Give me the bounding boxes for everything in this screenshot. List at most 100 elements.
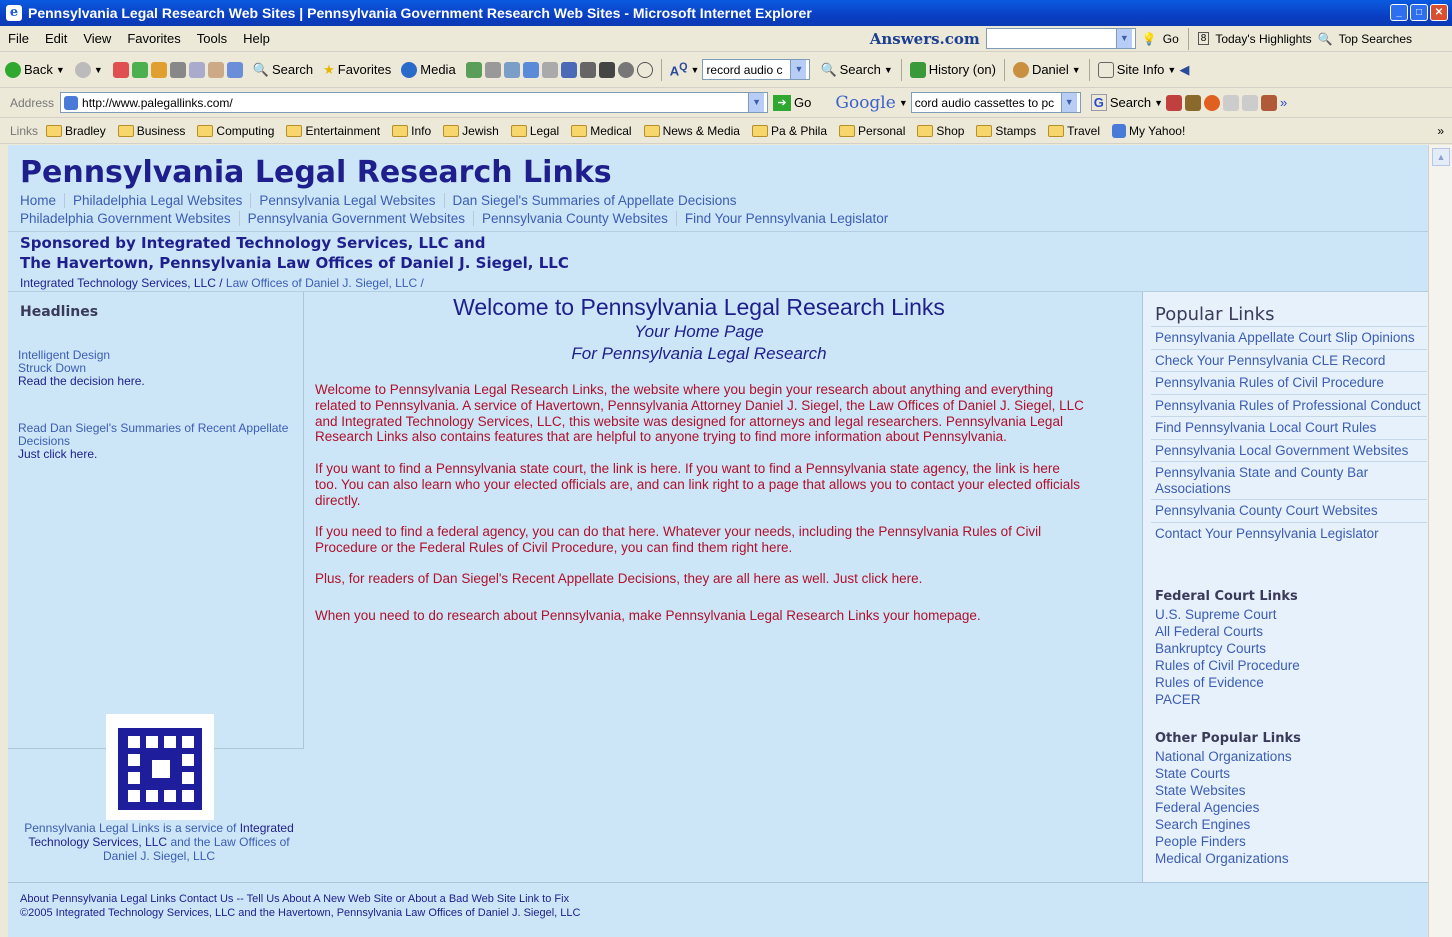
print-icon[interactable]: [484, 61, 501, 78]
chevron-left-icon[interactable]: ◀: [1179, 62, 1189, 78]
chat-icon[interactable]: [617, 61, 634, 78]
search-button[interactable]: Search: [272, 62, 313, 77]
menu-help[interactable]: Help: [235, 31, 278, 46]
research-icon[interactable]: [541, 61, 558, 78]
forward-icon[interactable]: [1241, 94, 1258, 111]
blogger-icon[interactable]: [1203, 94, 1220, 111]
federal-link[interactable]: All Federal Courts: [1155, 623, 1300, 640]
address-input[interactable]: http://www.palegallinks.com/ ▼: [60, 92, 769, 113]
federal-link[interactable]: PACER: [1155, 691, 1300, 708]
scroll-up-icon[interactable]: ▲: [1432, 148, 1450, 166]
popular-link[interactable]: Find Pennsylvania Local Court Rules: [1151, 416, 1427, 439]
nav-find-legislator[interactable]: Find Your Pennsylvania Legislator: [675, 211, 896, 226]
d-icon[interactable]: [636, 61, 653, 78]
double-chevron-icon[interactable]: »: [1437, 124, 1452, 138]
nav-home[interactable]: Home: [20, 193, 64, 208]
link-my-yahoo[interactable]: My Yahoo!: [1112, 123, 1185, 138]
top-searches-button[interactable]: Top Searches: [1339, 32, 1412, 46]
just-click-here-link[interactable]: Just click here.: [18, 448, 97, 461]
link-business[interactable]: Business: [117, 124, 185, 138]
nav-appellate-summaries[interactable]: Dan Siegel's Summaries of Appellate Deci…: [443, 193, 745, 208]
answers-logo[interactable]: Answers.com: [870, 30, 980, 48]
menu-file[interactable]: File: [0, 31, 37, 46]
menu-tools[interactable]: Tools: [189, 31, 235, 46]
federal-link[interactable]: Rules of Civil Procedure: [1155, 657, 1300, 674]
link-shop[interactable]: Shop: [917, 124, 964, 138]
nav-pennsylvania-government[interactable]: Pennsylvania Government Websites: [238, 211, 473, 226]
ask-input[interactable]: record audio c ▼: [702, 59, 811, 80]
options-icon[interactable]: [1260, 94, 1277, 111]
link-news-media[interactable]: News & Media: [643, 124, 740, 138]
other-link[interactable]: State Courts: [1155, 765, 1292, 782]
popular-link[interactable]: Contact Your Pennsylvania Legislator: [1151, 521, 1427, 545]
link-travel[interactable]: Travel: [1048, 124, 1100, 138]
its-logo[interactable]: [106, 714, 214, 820]
popular-link[interactable]: Pennsylvania Appellate Court Slip Opinio…: [1151, 326, 1427, 349]
binoculars-icon[interactable]: [579, 61, 596, 78]
chevron-down-icon[interactable]: ▼: [1115, 29, 1132, 48]
chevron-down-icon[interactable]: ▼: [1060, 93, 1077, 112]
answers-go-button[interactable]: Go: [1163, 32, 1179, 46]
news-icon[interactable]: [1165, 94, 1182, 111]
federal-link[interactable]: Rules of Evidence: [1155, 674, 1300, 691]
edit-icon[interactable]: [503, 61, 520, 78]
link-info[interactable]: Info: [392, 124, 431, 138]
font-size-icon[interactable]: [560, 61, 577, 78]
link-jewish[interactable]: Jewish: [443, 124, 499, 138]
user-button[interactable]: Daniel: [1032, 62, 1069, 77]
federal-link[interactable]: U.S. Supreme Court: [1155, 606, 1300, 623]
cut-icon[interactable]: [169, 61, 186, 78]
nav-county-websites[interactable]: Pennsylvania County Websites: [472, 211, 676, 226]
other-link[interactable]: Federal Agencies: [1155, 799, 1292, 816]
link-entertainment[interactable]: Entertainment: [286, 124, 380, 138]
back-button[interactable]: Back: [24, 62, 53, 77]
window-icon[interactable]: [226, 61, 243, 78]
popular-link[interactable]: Pennsylvania State and County Bar Associ…: [1151, 461, 1427, 499]
popular-link[interactable]: Pennsylvania Rules of Civil Procedure: [1151, 371, 1427, 394]
chevron-down-icon[interactable]: ▼: [748, 93, 765, 112]
forward-arrow-icon[interactable]: [74, 61, 91, 78]
double-chevron-icon[interactable]: »: [1280, 95, 1287, 110]
popular-link[interactable]: Pennsylvania Rules of Professional Condu…: [1151, 393, 1427, 417]
popular-link[interactable]: Pennsylvania County Court Websites: [1151, 499, 1427, 522]
vertical-scrollbar[interactable]: ▲: [1428, 145, 1452, 937]
other-link[interactable]: National Organizations: [1155, 748, 1292, 765]
google-search-button[interactable]: Search: [1110, 95, 1151, 110]
refresh-icon[interactable]: [131, 61, 148, 78]
nav-philadelphia-legal[interactable]: Philadelphia Legal Websites: [64, 193, 250, 208]
answers-input[interactable]: ▼: [985, 28, 1136, 49]
google-search-input[interactable]: cord audio cassettes to pc ▼: [910, 92, 1081, 113]
link-pa-phila[interactable]: Pa & Phila: [751, 124, 827, 138]
copy-icon[interactable]: [188, 61, 205, 78]
home-icon[interactable]: [150, 61, 167, 78]
messenger-icon[interactable]: [522, 61, 539, 78]
go-arrow-icon[interactable]: ➔: [773, 94, 792, 111]
google-logo[interactable]: Google: [835, 93, 895, 113]
link-legal[interactable]: Legal: [510, 124, 559, 138]
back-arrow-icon[interactable]: [5, 61, 21, 78]
link-stamps[interactable]: Stamps: [976, 124, 1036, 138]
footer-links[interactable]: About Pennsylvania Legal Links Contact U…: [20, 893, 569, 905]
chevron-down-icon[interactable]: ▼: [790, 60, 807, 79]
close-button[interactable]: ✕: [1430, 4, 1448, 21]
crumb-law-offices[interactable]: Law Offices of Daniel J. Siegel, LLC /: [226, 276, 424, 290]
search2-button[interactable]: Search: [840, 62, 881, 77]
federal-link[interactable]: Bankruptcy Courts: [1155, 640, 1300, 657]
popular-link[interactable]: Check Your Pennsylvania CLE Record: [1151, 348, 1427, 372]
other-link[interactable]: People Finders: [1155, 833, 1292, 850]
favorites-button[interactable]: Favorites: [338, 62, 391, 77]
bug-icon[interactable]: [598, 61, 615, 78]
other-link[interactable]: State Websites: [1155, 782, 1292, 799]
link-bradley[interactable]: Bradley: [46, 124, 106, 138]
nav-philadelphia-government[interactable]: Philadelphia Government Websites: [20, 211, 239, 226]
read-decision-link[interactable]: Read the decision here.: [18, 375, 145, 388]
link-medical[interactable]: Medical: [571, 124, 632, 138]
nav-pennsylvania-legal[interactable]: Pennsylvania Legal Websites: [250, 193, 443, 208]
other-link[interactable]: Search Engines: [1155, 816, 1292, 833]
menu-view[interactable]: View: [75, 31, 119, 46]
go-button[interactable]: Go: [794, 95, 811, 110]
paste-icon[interactable]: [207, 61, 224, 78]
menu-favorites[interactable]: Favorites: [119, 31, 188, 46]
maximize-button[interactable]: □: [1410, 4, 1428, 21]
todays-highlights-button[interactable]: Today's Highlights: [1215, 32, 1311, 46]
